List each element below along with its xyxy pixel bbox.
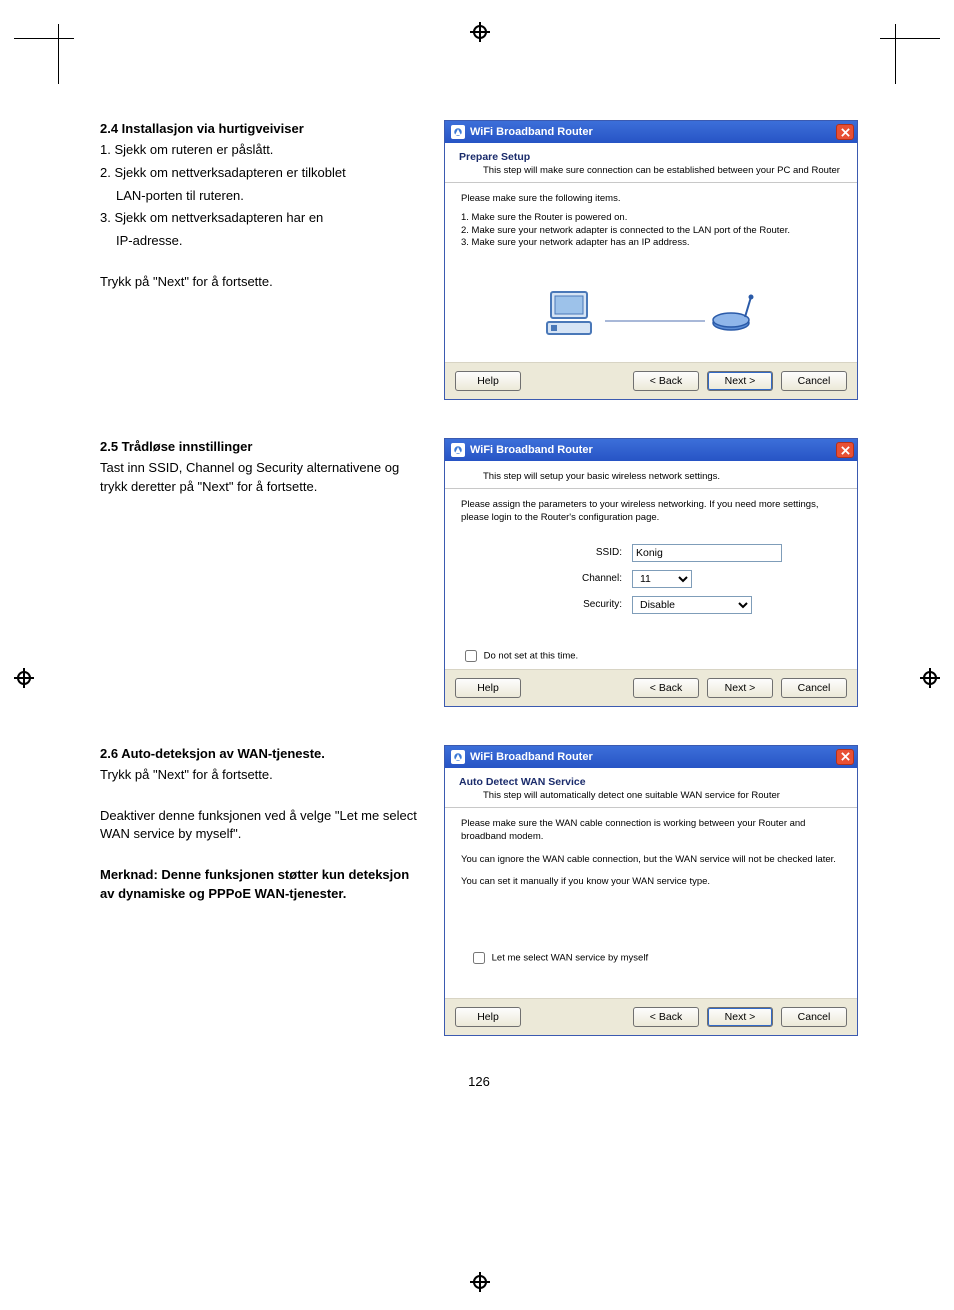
help-button[interactable]: Help xyxy=(455,1007,521,1027)
cancel-button[interactable]: Cancel xyxy=(781,371,847,391)
wizard-paragraph: Please make sure the WAN cable connectio… xyxy=(461,818,841,844)
cancel-button[interactable]: Cancel xyxy=(781,678,847,698)
wizard-dialog-auto-detect-wan: WiFi Broadband Router Auto Detect WAN Se… xyxy=(444,745,858,1036)
pc-icon xyxy=(545,288,599,338)
body-line: LAN-porten til ruteren. xyxy=(100,187,420,206)
app-icon xyxy=(451,750,465,764)
ssid-input[interactable] xyxy=(632,544,782,562)
body-line: 2. Sjekk om nettverksadapteren er tilkob… xyxy=(100,164,420,183)
registration-mark xyxy=(14,668,34,688)
wizard-intro-text: Please assign the parameters to your wir… xyxy=(461,499,841,525)
body-line: Trykk på "Next" for å fortsette. xyxy=(100,273,420,292)
cancel-button[interactable]: Cancel xyxy=(781,1007,847,1027)
close-button[interactable] xyxy=(836,124,854,140)
skip-checkbox[interactable] xyxy=(465,650,477,662)
back-button[interactable]: < Back xyxy=(633,371,699,391)
body-line: 1. Sjekk om ruteren er påslått. xyxy=(100,141,420,160)
wizard-step-subtitle: This step will setup your basic wireless… xyxy=(483,471,843,482)
registration-mark xyxy=(470,1272,490,1292)
close-button[interactable] xyxy=(836,442,854,458)
back-button[interactable]: < Back xyxy=(633,678,699,698)
next-button[interactable]: Next > xyxy=(707,1007,773,1027)
back-button[interactable]: < Back xyxy=(633,1007,699,1027)
skip-checkbox-label: Do not set at this time. xyxy=(484,650,579,661)
section-heading: 2.4 Installasjon via hurtigveiviser xyxy=(100,120,420,139)
dialog-title: WiFi Broadband Router xyxy=(470,751,593,763)
checklist-item: 3. Make sure your network adapter has an… xyxy=(461,237,841,250)
wizard-dialog-wireless-settings: WiFi Broadband Router This step will set… xyxy=(444,438,858,707)
close-button[interactable] xyxy=(836,749,854,765)
next-button[interactable]: Next > xyxy=(707,371,773,391)
body-text: Deaktiver denne funksjonen ved å velge "… xyxy=(100,807,420,845)
wizard-step-subtitle: This step will make sure connection can … xyxy=(483,165,843,176)
router-icon xyxy=(711,293,757,333)
page-number: 126 xyxy=(100,1074,858,1089)
channel-label: Channel: xyxy=(516,567,626,591)
wizard-intro-text: Please make sure the following items. xyxy=(461,193,841,206)
titlebar: WiFi Broadband Router xyxy=(445,121,857,143)
registration-mark xyxy=(470,22,490,42)
body-text: Trykk på "Next" for å fortsette. xyxy=(100,766,420,785)
channel-select[interactable]: 11 xyxy=(632,570,692,588)
wizard-step-title: Auto Detect WAN Service xyxy=(459,776,843,788)
wizard-step-subtitle: This step will automatically detect one … xyxy=(483,790,843,801)
body-line: IP-adresse. xyxy=(100,232,420,251)
wizard-paragraph: You can ignore the WAN cable connection,… xyxy=(461,854,841,867)
dialog-title: WiFi Broadband Router xyxy=(470,444,593,456)
connection-diagram xyxy=(461,278,841,348)
checklist-item: 2. Make sure your network adapter is con… xyxy=(461,225,841,238)
security-label: Security: xyxy=(516,593,626,617)
manual-wan-checkbox-label: Let me select WAN service by myself xyxy=(492,953,648,964)
titlebar: WiFi Broadband Router xyxy=(445,746,857,768)
checklist-item: 1. Make sure the Router is powered on. xyxy=(461,212,841,225)
help-button[interactable]: Help xyxy=(455,371,521,391)
help-button[interactable]: Help xyxy=(455,678,521,698)
body-line: 3. Sjekk om nettverksadapteren har en xyxy=(100,209,420,228)
app-icon xyxy=(451,443,465,457)
body-text: Tast inn SSID, Channel og Security alter… xyxy=(100,459,420,497)
ssid-label: SSID: xyxy=(516,541,626,565)
security-select[interactable]: Disable xyxy=(632,596,752,614)
wizard-paragraph: You can set it manually if you know your… xyxy=(461,876,841,889)
app-icon xyxy=(451,125,465,139)
dialog-title: WiFi Broadband Router xyxy=(470,126,593,138)
section-heading: 2.6 Auto-deteksjon av WAN-tjeneste. xyxy=(100,745,420,764)
note-text: Merknad: Denne funksjonen støtter kun de… xyxy=(100,866,420,904)
next-button[interactable]: Next > xyxy=(707,678,773,698)
wizard-step-title: Prepare Setup xyxy=(459,151,843,163)
wizard-dialog-prepare-setup: WiFi Broadband Router Prepare Setup This… xyxy=(444,120,858,400)
manual-wan-checkbox[interactable] xyxy=(473,952,485,964)
section-heading: 2.5 Trådløse innstillinger xyxy=(100,438,420,457)
titlebar: WiFi Broadband Router xyxy=(445,439,857,461)
registration-mark xyxy=(920,668,940,688)
